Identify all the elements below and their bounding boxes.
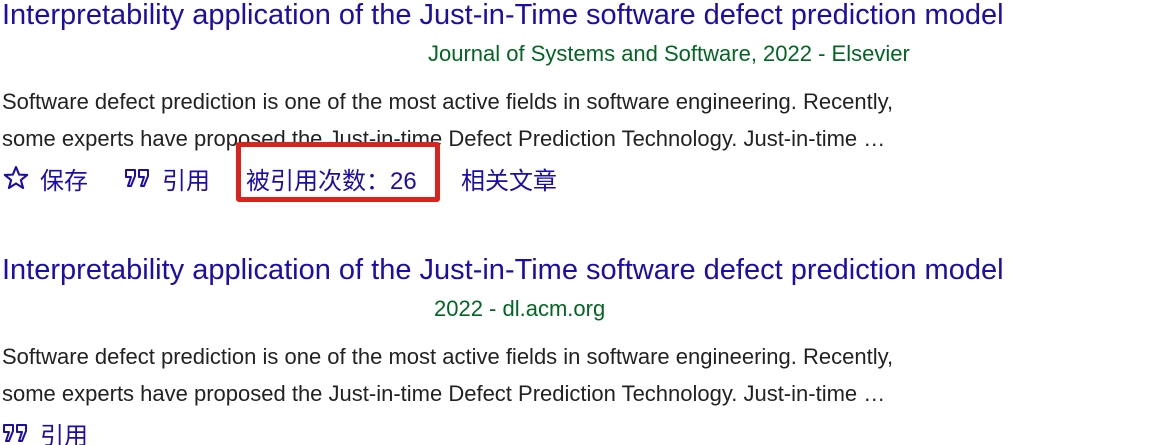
cite-button[interactable]: 引用 [124, 160, 210, 196]
cited-by-link[interactable]: 被引用次数：26 [246, 160, 417, 196]
star-outline-icon [2, 164, 30, 192]
save-label: 保存 [40, 167, 88, 195]
result-actions: 保存 引用 被引用次数：26 相关文章 [0, 160, 1173, 196]
cited-by-label: 被引用次数：26 [246, 167, 417, 195]
snippet-line: some experts have proposed the Just-in-t… [2, 381, 886, 406]
snippet-line: Software defect prediction is one of the… [2, 89, 894, 114]
result-snippet: Software defect prediction is one of the… [2, 338, 893, 412]
result-source: Journal of Systems and Software, 2022 - … [428, 41, 910, 66]
search-results-page: Interpretability application of the Just… [0, 0, 1173, 445]
cite-label: 引用 [162, 167, 210, 195]
cite-button[interactable]: 引用 [2, 415, 88, 445]
result-title-link[interactable]: Interpretability application of the Just… [2, 0, 1004, 33]
save-button[interactable]: 保存 [2, 160, 88, 196]
quote-icon [124, 167, 152, 189]
snippet-line: some experts have proposed the Just-in-t… [2, 126, 886, 151]
result-actions: 引用 [0, 415, 1173, 445]
quote-icon [2, 422, 30, 444]
related-articles-link[interactable]: 相关文章 [461, 160, 557, 196]
result-source: 2022 - dl.acm.org [434, 296, 606, 321]
cite-label: 引用 [40, 422, 88, 445]
snippet-line: Software defect prediction is one of the… [2, 344, 894, 369]
result-snippet: Software defect prediction is one of the… [2, 83, 893, 157]
result-title-link[interactable]: Interpretability application of the Just… [2, 252, 1004, 288]
related-articles-label: 相关文章 [461, 167, 557, 195]
